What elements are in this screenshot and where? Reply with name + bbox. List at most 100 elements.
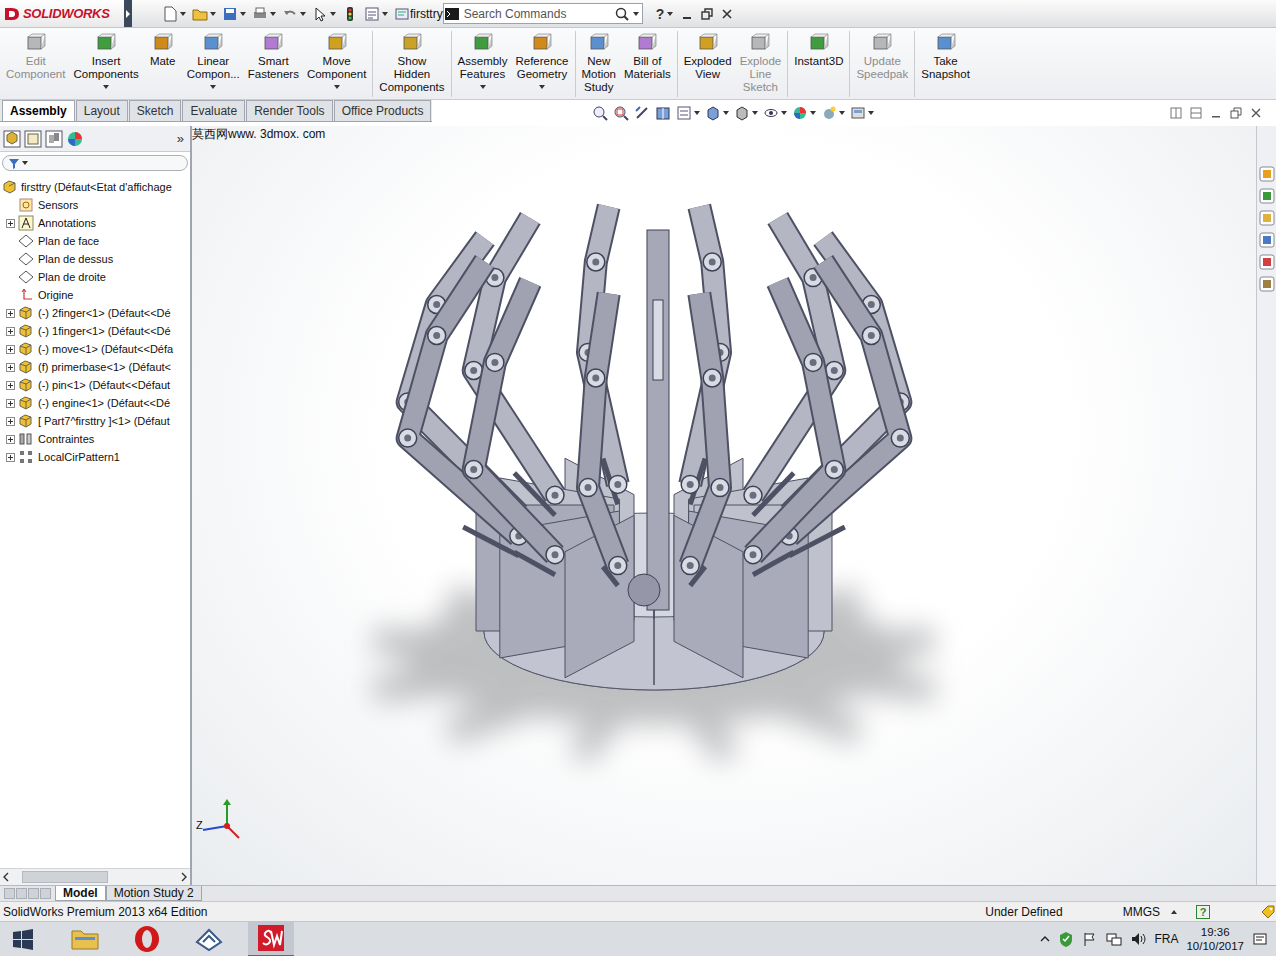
section-view-button[interactable] [655,105,671,121]
open-folder-button[interactable] [192,6,216,22]
options-button[interactable] [394,6,410,22]
previous-view-button[interactable] [634,105,650,121]
dropdown-arrow-icon[interactable] [480,85,486,89]
display-manager-icon[interactable] [66,130,84,148]
dropdown-arrow-icon[interactable] [752,111,758,115]
custom-properties-icon[interactable] [1259,276,1275,292]
view-settings-button[interactable] [850,105,874,121]
hide-show-button[interactable] [763,105,787,121]
edit-appearance-icon[interactable] [792,105,808,121]
tree-item[interactable]: Annotations [0,214,190,232]
app-logo[interactable]: SOLIDWORKS [0,0,124,27]
graphics-area[interactable]: 莫西网www. 3dmox. comZ [192,126,1256,885]
menu-expand-icon[interactable] [124,0,132,27]
dynamic-annotation-icon[interactable] [676,105,692,121]
scroll-right-icon[interactable] [180,872,188,882]
dropdown-arrow-icon[interactable] [781,111,787,115]
dropdown-arrow-icon[interactable] [868,111,874,115]
expand-icon[interactable] [6,435,15,444]
ribbon-button[interactable]: Mate [143,28,183,68]
save-icon[interactable] [222,6,238,22]
command-tab[interactable]: Sketch [129,100,182,121]
tree-item[interactable]: LocalCirPattern1 [0,448,190,466]
print-icon[interactable] [252,6,268,22]
solidworks-app[interactable] [248,922,294,956]
ribbon-button[interactable]: ExplodedView [680,28,736,81]
tree-item[interactable]: (-) 1finger<1> (Défaut<<Dé [0,322,190,340]
dropdown-arrow-icon[interactable] [839,111,845,115]
dropdown-arrow-icon[interactable] [723,111,729,115]
zoom-fit-icon[interactable] [592,105,608,121]
horizontal-scrollbar[interactable] [0,868,190,885]
new-document-icon[interactable] [162,6,178,22]
ribbon-button[interactable]: Instant3D [790,28,847,68]
new-document-button[interactable] [162,6,186,22]
minimize-icon[interactable] [681,8,693,20]
viewport-minimize-icon[interactable] [1210,107,1222,119]
section-view-icon[interactable] [655,105,671,121]
command-tab[interactable]: Layout [76,100,128,121]
feature-tree-icon[interactable] [3,130,21,148]
view-orientation-button[interactable] [705,105,729,121]
ribbon-button[interactable]: TakeSnapshot [917,28,974,81]
show-hidden-icons-icon[interactable] [1040,934,1050,944]
undo-icon[interactable] [282,6,298,22]
security-icon[interactable] [1058,931,1074,947]
opera-app[interactable] [124,922,170,956]
display-style-button[interactable] [734,105,758,121]
tree-item[interactable]: Plan de dessus [0,250,190,268]
hide-show-icon[interactable] [763,105,779,121]
ribbon-button[interactable]: ReferenceGeometry [511,28,572,89]
clock[interactable]: 19:3610/10/2017 [1186,925,1244,953]
previous-view-icon[interactable] [634,105,650,121]
options-icon[interactable] [394,6,410,22]
select-pointer-button[interactable] [312,6,336,22]
ribbon-button[interactable]: NewMotionStudy [578,28,621,94]
dropdown-arrow-icon[interactable] [210,85,216,89]
zoom-area-icon[interactable] [613,105,629,121]
command-tab[interactable]: Render Tools [246,100,333,121]
expand-icon[interactable] [6,453,15,462]
dropdown-arrow-icon[interactable] [240,12,246,16]
configuration-manager-icon[interactable] [45,130,63,148]
tree-item[interactable]: (-) pin<1> (Défaut<<Défaut [0,376,190,394]
search-input[interactable] [460,7,614,21]
view-settings-icon[interactable] [850,105,866,121]
edrawings-app[interactable] [186,922,232,956]
ribbon-button[interactable]: MoveComponent [303,28,370,89]
model-tab[interactable]: Model [55,886,106,901]
dropdown-arrow-icon[interactable] [334,85,340,89]
home-icon[interactable] [1259,166,1275,182]
dropdown-arrow-icon[interactable] [210,12,216,16]
restore-icon[interactable] [701,8,713,20]
save-button[interactable] [222,6,246,22]
panel-more-button[interactable]: » [177,131,187,146]
tree-item[interactable]: Plan de face [0,232,190,250]
start-button[interactable] [0,922,46,956]
ribbon-button[interactable]: InsertComponents [69,28,142,89]
edit-appearance-button[interactable] [792,105,816,121]
viewport-close-icon[interactable] [1250,107,1262,119]
dropdown-arrow-icon[interactable] [300,12,306,16]
dropdown-arrow-icon[interactable] [330,12,336,16]
dropdown-arrow-icon[interactable] [103,85,109,89]
apply-scene-button[interactable] [821,105,845,121]
expand-icon[interactable] [6,381,15,390]
action-center-flag-icon[interactable] [1082,931,1098,947]
zoom-fit-button[interactable] [592,105,608,121]
expand-icon[interactable] [6,417,15,426]
expand-icon[interactable] [6,345,15,354]
appearances-icon[interactable] [1259,254,1275,270]
open-folder-icon[interactable] [192,6,208,22]
ribbon-button[interactable]: ShowHiddenComponents [375,28,448,94]
property-manager-icon[interactable] [24,130,42,148]
tree-item[interactable]: (-) 2finger<1> (Défaut<<Dé [0,304,190,322]
command-tab[interactable]: Evaluate [182,100,245,121]
tile-horizontal-icon[interactable] [1170,107,1182,119]
undo-button[interactable] [282,6,306,22]
ribbon-button[interactable]: UpdateSpeedpak [852,28,912,81]
tree-item[interactable]: (-) engine<1> (Défaut<<Dé [0,394,190,412]
rebuild-button[interactable] [342,6,358,22]
design-library-icon[interactable] [1259,188,1275,204]
notifications-icon[interactable] [1252,931,1268,947]
